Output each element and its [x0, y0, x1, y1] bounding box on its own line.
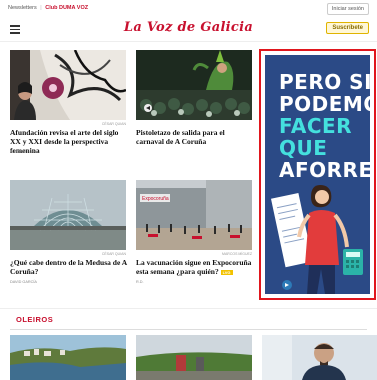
newsletters-link[interactable]: Newsletters: [8, 5, 37, 11]
article-image[interactable]: [10, 50, 126, 120]
separator: |: [40, 5, 42, 11]
article-headline[interactable]: La vacunación sigue en Expocoruña esta s…: [136, 258, 254, 276]
ad-line: QUE: [279, 136, 328, 160]
article-headline[interactable]: Pistoletazo de salida para el carnaval d…: [136, 128, 254, 146]
article-headline-text: La vacunación sigue en Expocoruña esta s…: [136, 258, 252, 276]
subscribe-button[interactable]: Suscríbete: [326, 22, 369, 34]
ad-line: PERO SI: [279, 70, 370, 94]
site-header: La Voz de Galicia Suscríbete: [0, 17, 377, 42]
section-divider: [10, 329, 367, 330]
ad-illustration: [270, 185, 363, 294]
article-author: JULIO BERDINA: [10, 150, 39, 154]
advertisement-banner[interactable]: PERO SI PODEMOS FACER QUE AFORRES.: [259, 49, 376, 300]
utility-links: Newsletters | Club DUMA VOZ: [8, 5, 88, 11]
article-image[interactable]: Expocoruña: [136, 180, 252, 250]
article-image[interactable]: [10, 180, 126, 250]
club-link[interactable]: Club DUMA VOZ: [45, 5, 88, 11]
lvg-badge: LVG: [220, 269, 233, 275]
top-utility-bar: Newsletters | Club DUMA VOZ Iniciar sesi…: [0, 0, 377, 18]
login-button[interactable]: Iniciar sesión: [326, 3, 369, 15]
ad-content[interactable]: PERO SI PODEMOS FACER QUE AFORRES.: [265, 55, 370, 294]
ad-line: FACER: [279, 114, 353, 138]
article-image[interactable]: [10, 335, 126, 380]
article-image[interactable]: [262, 335, 377, 380]
site-logo[interactable]: La Voz de Galicia: [0, 20, 377, 35]
section-oleiros: OLEIROS: [0, 308, 377, 380]
page: Newsletters | Club DUMA VOZ Iniciar sesi…: [0, 0, 377, 380]
article-image[interactable]: [136, 50, 252, 120]
article-author: DAVID GARCÍA: [10, 280, 37, 284]
photo-credit: CÉSAR QUIAN: [101, 252, 126, 256]
ad-line: PODEMOS: [279, 92, 370, 116]
article-image[interactable]: [136, 335, 252, 380]
building-sign: Expocoruña: [142, 196, 169, 202]
section-title[interactable]: OLEIROS: [16, 315, 53, 324]
photo-credit: CÉSAR QUIAN: [101, 122, 126, 126]
ad-slogan: PERO SI PODEMOS FACER QUE AFORRES.: [279, 71, 370, 181]
article-headline[interactable]: ¿Qué cabe dentro de la Medusa de A Coruñ…: [10, 258, 128, 276]
photo-credit: MARCOS MÍGUEZ: [222, 252, 252, 256]
article-author: R.D.: [136, 280, 144, 284]
